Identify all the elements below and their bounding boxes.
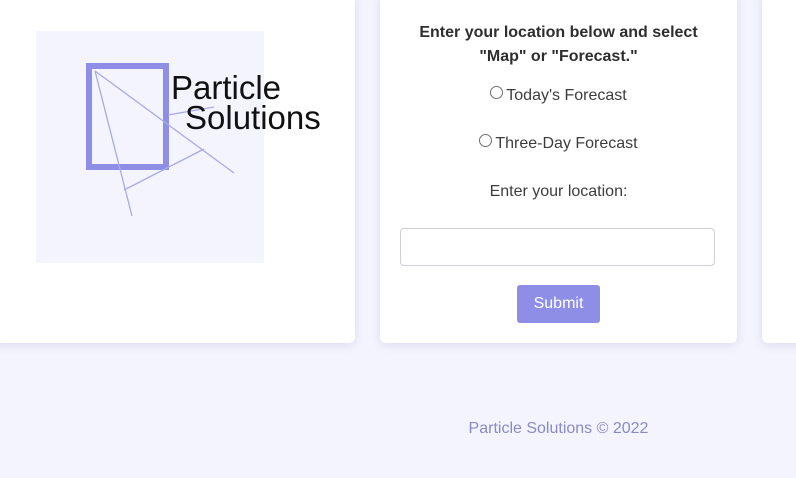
logo-line-icon [94, 70, 133, 217]
logo-text-line2: Solutions [185, 99, 321, 136]
submit-button[interactable]: Submit [517, 285, 600, 323]
logo-frame-icon [86, 63, 169, 170]
option-label: Three-Day Forecast [495, 135, 638, 152]
location-input[interactable] [400, 228, 715, 266]
option-label: Today's Forecast [506, 87, 627, 104]
location-label: Enter your location: [489, 183, 628, 200]
option-three-day-forecast[interactable]: Three-Day Forecast [380, 134, 737, 154]
option-todays-forecast[interactable]: Today's Forecast [380, 86, 737, 106]
logo-graphic [86, 63, 235, 217]
company-logo: Particle Solutions [36, 31, 321, 263]
content-area: Particle Solutions Enter your location b… [0, 0, 796, 368]
footer: Particle Solutions © 2022 [0, 368, 796, 478]
form-prompt: Enter your location below and select "Ma… [419, 24, 698, 65]
right-card [762, 0, 796, 343]
radio-button[interactable] [479, 134, 493, 147]
footer-copyright: Particle Solutions © 2022 [468, 420, 649, 437]
radio-button[interactable] [490, 86, 504, 99]
